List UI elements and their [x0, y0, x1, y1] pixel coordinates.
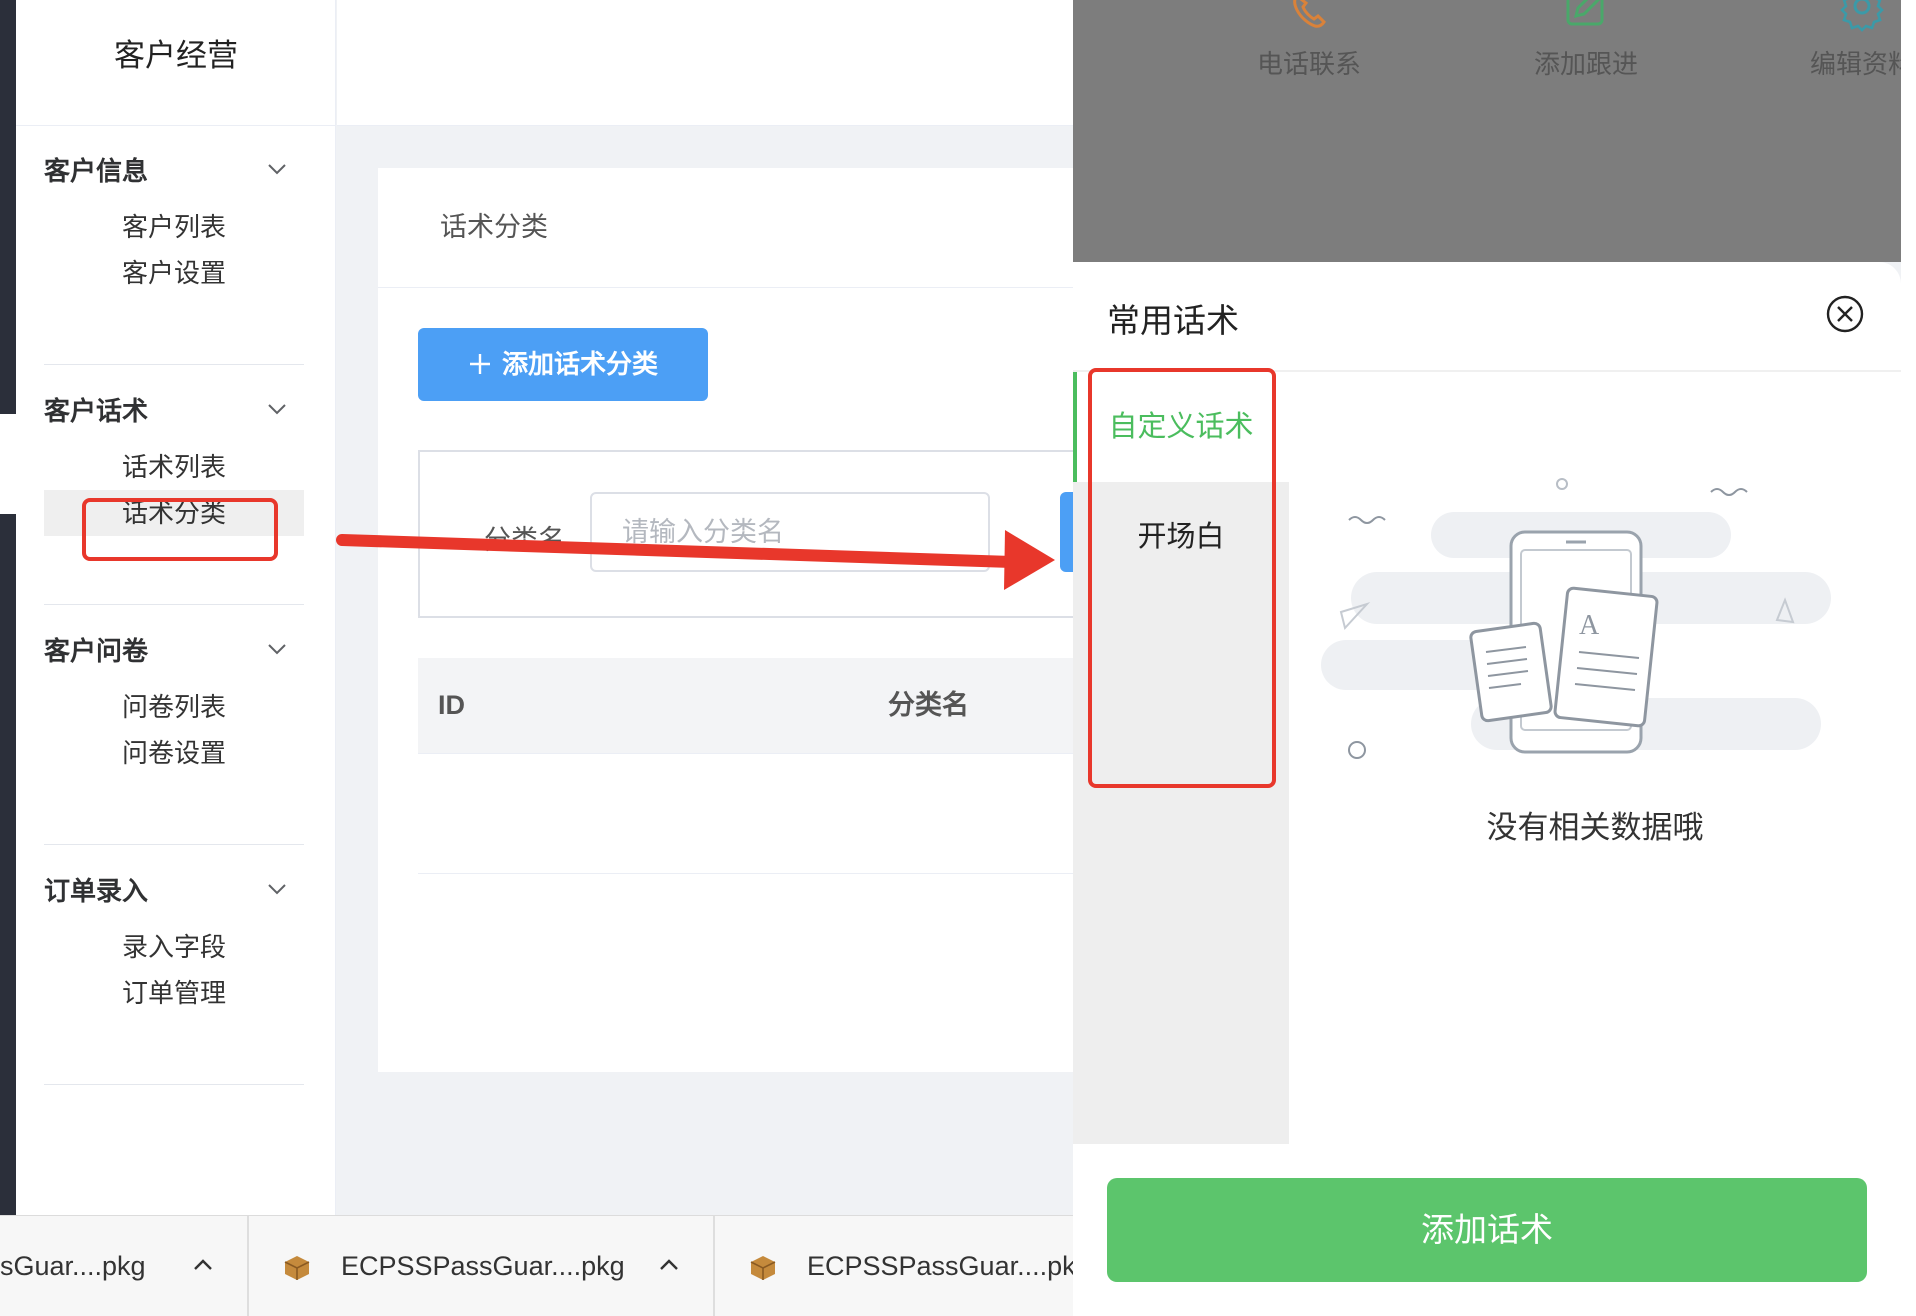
downloads-bar: sGuar....pkg ECPSSPassGuar....pkg ECPSSP…: [0, 1215, 1091, 1316]
download-item[interactable]: ECPSSPassGuar....pkg: [249, 1216, 715, 1316]
filter-label: 分类名: [484, 525, 565, 555]
menu-head-customer-scripts[interactable]: 客户话术: [44, 386, 304, 436]
column-header-category-name: 分类名: [888, 690, 969, 720]
highlight-box-sidebar-item: [82, 498, 278, 561]
menu-head-order-entry[interactable]: 订单录入: [44, 866, 304, 916]
menu-head-label: 客户话术: [44, 396, 149, 426]
sidebar-item-customer-list[interactable]: 客户列表: [44, 204, 304, 250]
plus-icon: [469, 354, 490, 374]
download-item[interactable]: ECPSSPassGuar....pkg: [715, 1216, 1091, 1316]
sidebar-item-order-management[interactable]: 订单管理: [44, 970, 304, 1016]
download-filename: sGuar....pkg: [0, 1251, 146, 1281]
top-bar: [337, 0, 1137, 126]
table-divider: [418, 873, 1138, 874]
menu-head-customer-info[interactable]: 客户信息: [44, 146, 304, 196]
menu-group-order-entry: 订单录入 录入字段 订单管理: [44, 866, 304, 1016]
empty-state-text: 没有相关数据哦: [1486, 810, 1704, 845]
download-item[interactable]: sGuar....pkg: [0, 1216, 249, 1316]
gear-icon: [1840, 0, 1884, 32]
column-header-id: ID: [438, 690, 465, 720]
menu-head-label: 客户信息: [44, 156, 149, 186]
chevron-up-icon[interactable]: [656, 1252, 682, 1278]
sidebar-item-survey-list[interactable]: 问卷列表: [44, 684, 304, 730]
page-title: 话术分类: [378, 168, 1138, 288]
content-card: 话术分类 添加话术分类 分类名 ID 分类名: [378, 168, 1140, 1072]
download-filename: ECPSSPassGuar....pkg: [807, 1251, 1091, 1281]
window-edge-right: [1901, 0, 1916, 1316]
sidebar-item-script-list[interactable]: 话术列表: [44, 444, 304, 490]
screen: 客户经营 客户信息 客户列表 客户设置 客户话术 话术列表 话术分类 客户问卷: [0, 0, 1916, 1316]
download-filename: ECPSSPassGuar....pkg: [341, 1251, 625, 1281]
menu-divider: [44, 1084, 304, 1085]
sidebar-item-customer-settings[interactable]: 客户设置: [44, 250, 304, 296]
window-edge-notch: [0, 414, 16, 514]
svg-text:A: A: [1579, 610, 1600, 641]
package-icon: [750, 1256, 776, 1280]
sheet-title: 常用话术: [1107, 302, 1239, 339]
table-header: ID 分类名: [418, 658, 1138, 754]
package-icon: [284, 1256, 310, 1280]
menu-group-customer-info: 客户信息 客户列表 客户设置: [44, 146, 304, 296]
menu-group-customer-surveys: 客户问卷 问卷列表 问卷设置: [44, 626, 304, 776]
empty-state-illustration: A: [1321, 478, 1831, 759]
sidebar-title: 客户经营: [16, 0, 336, 126]
filter-form: 分类名: [418, 450, 1140, 618]
sidebar-item-survey-settings[interactable]: 问卷设置: [44, 730, 304, 776]
action-label: 编辑资料: [1809, 49, 1914, 79]
add-script-button[interactable]: 添加话术: [1107, 1178, 1867, 1282]
overlay-mask[interactable]: 电话联系 添加跟进 编辑资料: [1073, 0, 1914, 262]
chevron-down-icon: [268, 404, 286, 415]
close-icon[interactable]: [1825, 294, 1865, 334]
chevron-down-icon: [268, 644, 286, 655]
edit-icon: [1566, 0, 1604, 26]
chevron-down-icon: [268, 884, 286, 895]
menu-head-label: 订单录入: [44, 876, 149, 906]
action-label: 添加跟进: [1533, 49, 1638, 79]
phone-icon: [1293, 0, 1326, 28]
sidebar: 客户经营 客户信息 客户列表 客户设置 客户话术 话术列表 话术分类 客户问卷: [16, 0, 336, 1215]
chevron-up-icon[interactable]: [190, 1252, 216, 1278]
menu-divider: [44, 604, 304, 605]
active-tab-indicator: [1073, 372, 1077, 482]
chevron-down-icon: [268, 164, 286, 175]
menu-head-customer-surveys[interactable]: 客户问卷: [44, 626, 304, 676]
action-label: 电话联系: [1256, 49, 1361, 79]
highlight-box-category-list: [1088, 368, 1276, 788]
menu-head-label: 客户问卷: [44, 636, 149, 666]
add-category-label: 添加话术分类: [501, 349, 658, 379]
sidebar-item-entry-fields[interactable]: 录入字段: [44, 924, 304, 970]
menu-divider: [44, 364, 304, 365]
window-edge: [0, 0, 16, 1215]
category-name-input[interactable]: [590, 492, 990, 572]
menu-divider: [44, 844, 304, 845]
add-category-button[interactable]: 添加话术分类: [418, 328, 708, 401]
